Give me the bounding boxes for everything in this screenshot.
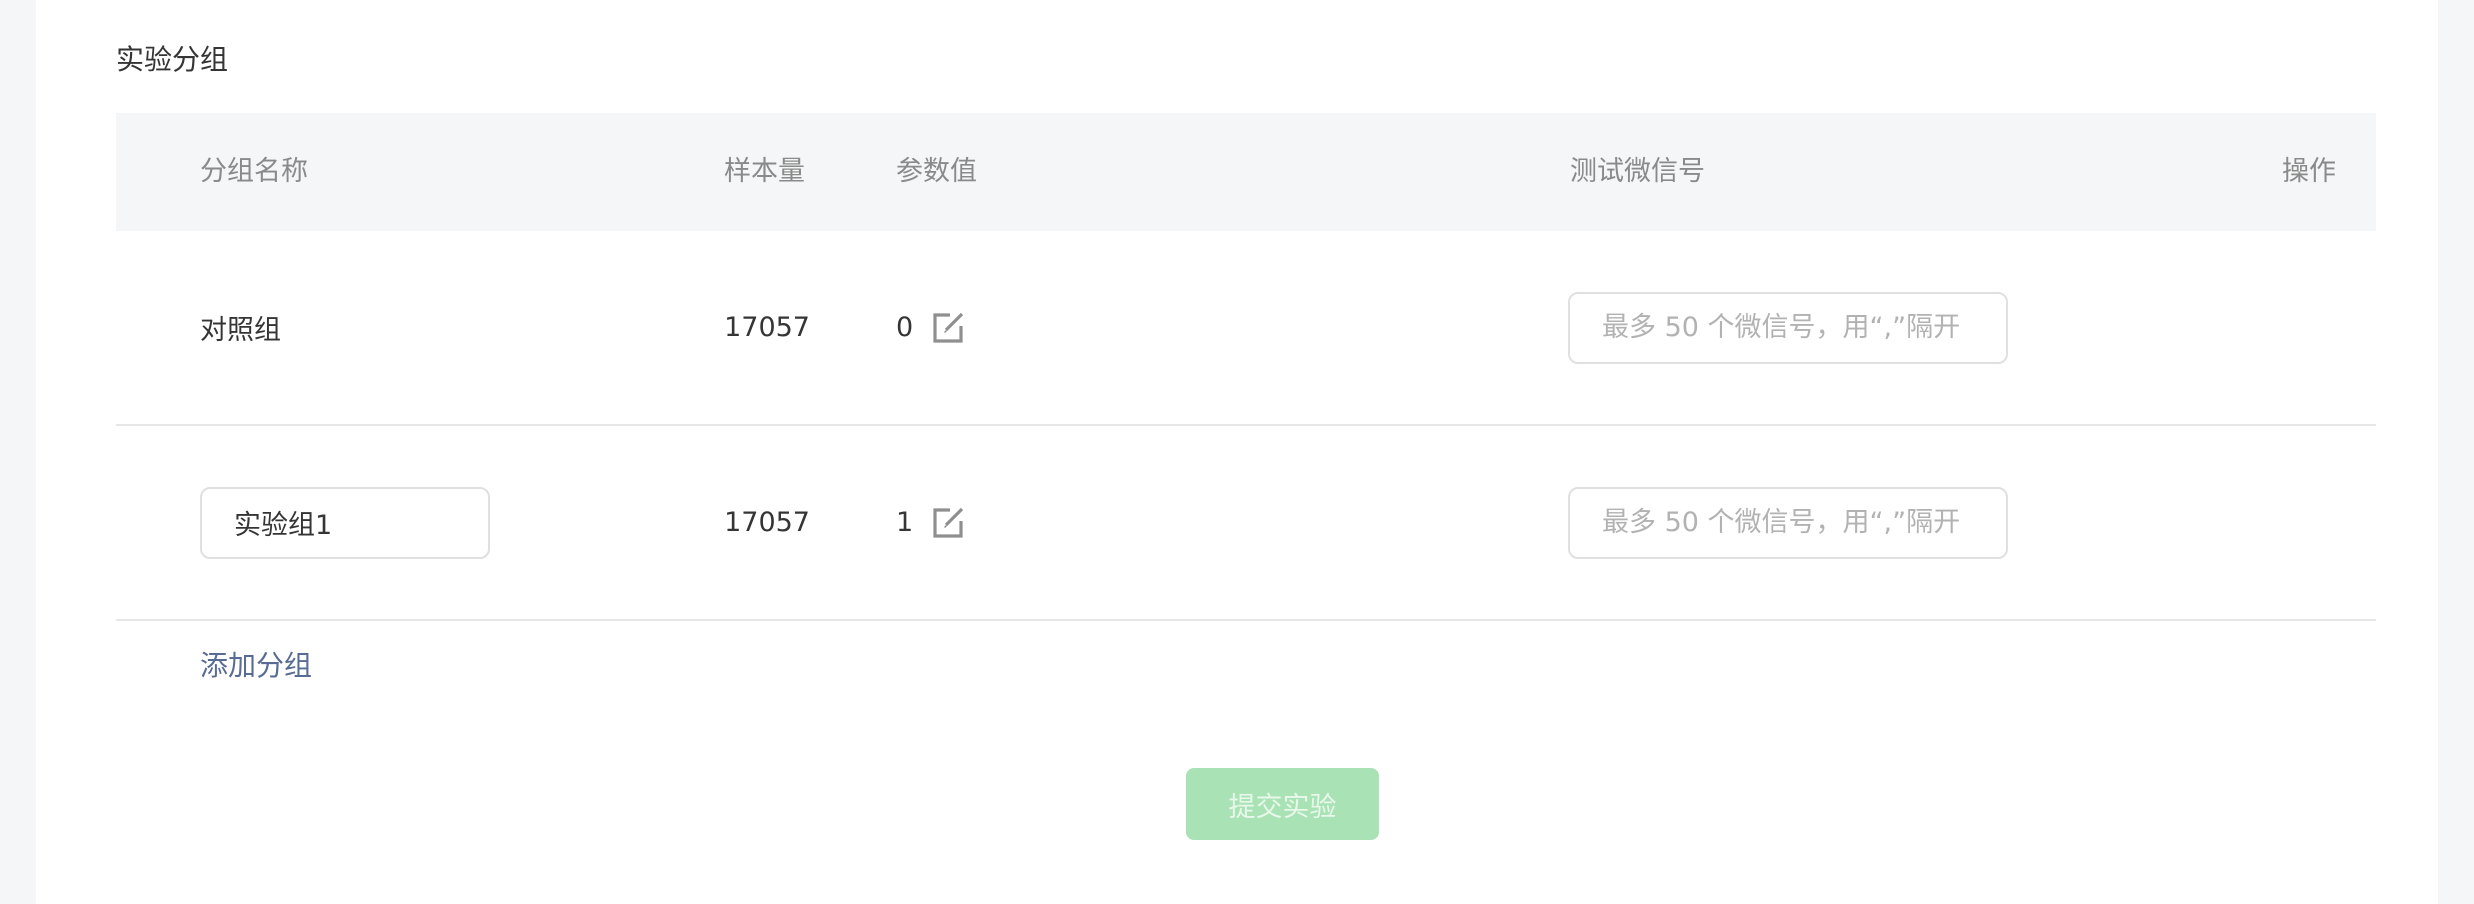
group-name-cell	[200, 426, 490, 619]
param-value-cell: 0	[896, 231, 965, 424]
param-value-cell: 1	[896, 426, 965, 619]
header-actions: 操作	[2282, 156, 2336, 187]
sample-size: 17057	[724, 507, 810, 538]
table-row: 对照组 17057 0	[116, 231, 2376, 426]
add-group-link[interactable]: 添加分组	[200, 646, 312, 686]
header-param-value: 参数值	[896, 156, 977, 187]
table-header: 分组名称 样本量 参数值 测试微信号 操作	[116, 113, 2376, 231]
test-wechat-input[interactable]	[1568, 486, 2008, 559]
test-wechat-input[interactable]	[1568, 291, 2008, 364]
experiment-panel: 实验分组 分组名称 样本量 参数值 测试微信号 操作 对照组 17057 0 最…	[36, 0, 2438, 904]
group-name: 对照组	[200, 315, 281, 346]
submit-experiment-button[interactable]: 提交实验	[1186, 768, 1379, 840]
section-title: 实验分组	[116, 43, 229, 76]
header-test-wechat: 测试微信号	[1570, 156, 1705, 187]
group-name-input[interactable]	[200, 486, 490, 559]
groups-table: 分组名称 样本量 参数值 测试微信号 操作 对照组 17057 0 最多 50 …	[116, 113, 2376, 621]
header-group-name: 分组名称	[200, 156, 308, 187]
edit-icon[interactable]	[931, 506, 965, 540]
test-wechat-cell	[1568, 426, 2008, 619]
edit-icon[interactable]	[931, 311, 965, 345]
test-wechat-cell	[1568, 231, 2008, 424]
header-sample-size: 样本量	[724, 156, 805, 187]
param-value: 1	[896, 507, 914, 538]
sample-size: 17057	[724, 312, 810, 343]
table-row: 17057 1	[116, 426, 2376, 621]
param-value: 0	[896, 312, 914, 343]
